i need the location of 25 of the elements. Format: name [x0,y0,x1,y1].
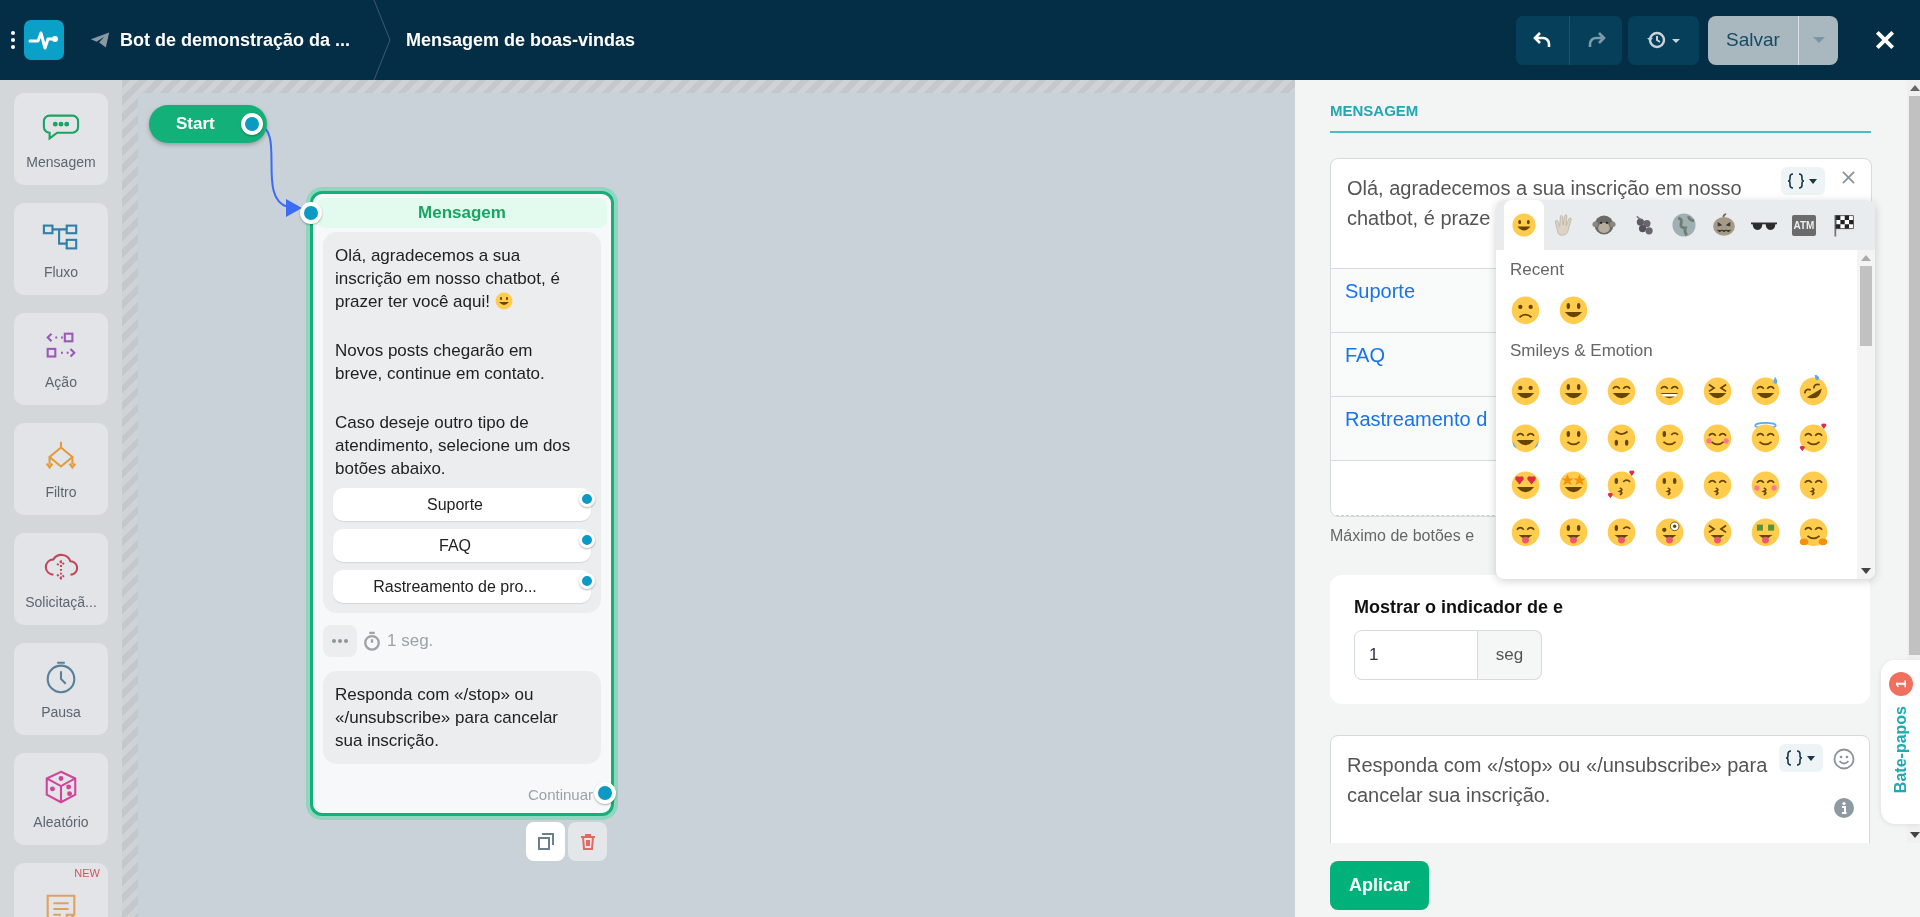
category-title: Recent [1510,260,1565,280]
new-label: NEW [74,867,100,879]
message-text: Caso deseje outro tipo de atendimento, selecione um dos botões abaixo. [335,413,571,478]
block-label: Aleatório [33,814,89,830]
hint-text: Máximo de botões e [1330,527,1475,545]
message-text: Responda com «/stop» ou «/unsubscribe» para cancelar sua inscrição. [334,684,560,752]
message-text: Olá, agradecemos a sua inscrição em nosso chatbot, é prazer ter você aqui! [335,246,560,311]
step-name: Mensagem de boas-vindas [406,29,636,51]
count-badge: 1 [1888,672,1913,696]
section-heading: MENSAGEM [1330,102,1871,133]
start-label: Start [176,114,215,134]
category-title: Smileys & Emotion [1510,341,1654,361]
block-label: Pausa [41,704,81,720]
block-label: Mensagem [26,154,96,170]
continue-label: Continuar [527,786,593,803]
block-label: Solicitaçã... [25,594,97,610]
delay-text: 1 seg. [387,631,434,651]
block-label: Fluxo [43,264,79,280]
unit-label: seg [1478,630,1542,680]
typing-title: Mostrar o indicador de e [1354,597,1565,618]
block-label: Filtro [45,484,77,500]
block-label: Ação [45,374,77,390]
message-text: Novos posts chegarão em breve, continue em contato. [335,341,545,383]
atm-sign: ATM [1791,214,1817,236]
node-title: Mensagem [418,203,506,223]
